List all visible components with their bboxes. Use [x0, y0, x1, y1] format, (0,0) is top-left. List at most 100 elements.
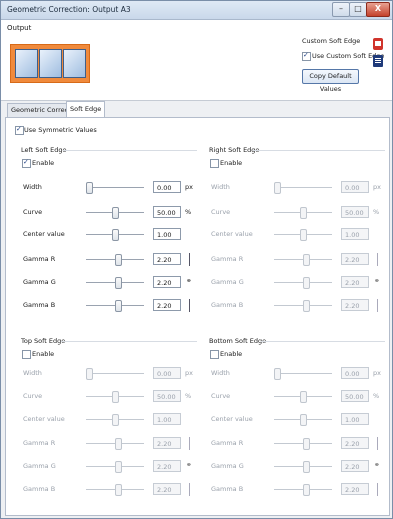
bottom-group-divider	[261, 341, 385, 342]
bottom-width-slider-track[interactable]	[274, 373, 332, 374]
right-gamma-g-slider-thumb[interactable]	[303, 277, 310, 289]
bottom-width-slider-thumb[interactable]	[274, 368, 281, 380]
top-curve-input[interactable]: 50.00	[153, 390, 181, 402]
red-display-icon[interactable]	[373, 38, 383, 50]
bottom-gamma-r-slider-thumb[interactable]	[303, 438, 310, 450]
right-gamma-g-input[interactable]: 2.20	[341, 276, 369, 288]
top-curve-unit: %	[185, 392, 192, 400]
bottom-gamma-g-label: Gamma G	[211, 462, 244, 470]
left-gamma-b-slider-thumb[interactable]	[115, 300, 122, 312]
top-gamma-r-label: Gamma R	[23, 439, 56, 447]
left-gamma-r-input[interactable]: 2.20	[153, 253, 181, 265]
close-button[interactable]: X	[366, 2, 390, 17]
right-gamma-r-slider-thumb[interactable]	[303, 254, 310, 266]
left-center-value-input[interactable]: 1.00	[153, 228, 181, 240]
right-curve-label: Curve	[211, 208, 231, 216]
left-gamma-g-label: Gamma G	[23, 278, 56, 286]
left-center-value-slider-thumb[interactable]	[112, 229, 119, 241]
left-curve-slider-thumb[interactable]	[112, 207, 119, 219]
right-gamma-link-chain-icon[interactable]: ⚭	[374, 278, 380, 285]
title-bar[interactable]: Geometric Correction: Output A3 – □ X	[1, 1, 392, 20]
left-enable-label: Enable	[32, 159, 55, 167]
left-gamma-link-bottom	[189, 299, 190, 312]
top-gamma-b-input[interactable]: 2.20	[153, 483, 181, 495]
top-gamma-r-input[interactable]: 2.20	[153, 437, 181, 449]
right-curve-slider-thumb[interactable]	[300, 207, 307, 219]
bottom-curve-input[interactable]: 50.00	[341, 390, 369, 402]
left-gamma-r-slider-thumb[interactable]	[115, 254, 122, 266]
right-gamma-r-input[interactable]: 2.20	[341, 253, 369, 265]
bottom-gamma-g-input[interactable]: 2.20	[341, 460, 369, 472]
use-custom-soft-edge-checkbox[interactable]	[302, 51, 311, 61]
left-gamma-b-input[interactable]: 2.20	[153, 299, 181, 311]
top-gamma-b-slider-thumb[interactable]	[115, 484, 122, 496]
bottom-gamma-link-top	[377, 437, 378, 450]
bottom-curve-label: Curve	[211, 392, 231, 400]
top-curve-slider-thumb[interactable]	[112, 391, 119, 403]
right-enable-checkbox[interactable]	[210, 159, 219, 168]
left-gamma-g-slider-thumb[interactable]	[115, 277, 122, 289]
maximize-icon: □	[354, 4, 362, 13]
bottom-gamma-link-chain-icon[interactable]: ⚭	[374, 462, 380, 469]
left-width-input[interactable]: 0.00	[153, 181, 181, 193]
close-icon: X	[374, 4, 382, 13]
bottom-gamma-r-label: Gamma R	[211, 439, 244, 447]
list-document-icon[interactable]	[373, 55, 383, 67]
bottom-gamma-b-slider-thumb[interactable]	[303, 484, 310, 496]
use-symmetric-values-checkbox[interactable]	[15, 125, 24, 135]
use-symmetric-values-label: Use Symmetric Values	[24, 126, 97, 134]
right-width-slider-track[interactable]	[274, 187, 332, 188]
top-width-slider-track[interactable]	[86, 373, 144, 374]
right-width-input[interactable]: 0.00	[341, 181, 369, 193]
bottom-width-input[interactable]: 0.00	[341, 367, 369, 379]
output-selector[interactable]	[10, 44, 90, 83]
tab-strip: Geometric Correction Soft Edge	[1, 101, 392, 118]
left-gamma-r-label: Gamma R	[23, 255, 56, 263]
bottom-enable-checkbox[interactable]	[210, 350, 219, 359]
bottom-gamma-b-input[interactable]: 2.20	[341, 483, 369, 495]
left-gamma-g-input[interactable]: 2.20	[153, 276, 181, 288]
custom-soft-edge-label: Custom Soft Edge	[302, 37, 361, 45]
left-width-slider-track[interactable]	[86, 187, 144, 188]
top-width-slider-thumb[interactable]	[86, 368, 93, 380]
output-screen-2[interactable]	[39, 49, 62, 78]
top-width-input[interactable]: 0.00	[153, 367, 181, 379]
top-gamma-link-chain-icon[interactable]: ⚭	[186, 462, 192, 469]
minimize-icon: –	[339, 4, 343, 13]
right-gamma-b-slider-thumb[interactable]	[303, 300, 310, 312]
minimize-button[interactable]: –	[332, 2, 350, 17]
top-enable-checkbox[interactable]	[22, 350, 31, 359]
bottom-gamma-g-slider-thumb[interactable]	[303, 461, 310, 473]
top-gamma-r-slider-thumb[interactable]	[115, 438, 122, 450]
output-screen-3[interactable]	[63, 49, 86, 78]
right-center-value-slider-thumb[interactable]	[300, 229, 307, 241]
output-screen-1[interactable]	[15, 49, 38, 78]
bottom-center-value-input[interactable]: 1.00	[341, 413, 369, 425]
maximize-button[interactable]: □	[349, 2, 367, 17]
top-center-value-input[interactable]: 1.00	[153, 413, 181, 425]
right-curve-input[interactable]: 50.00	[341, 206, 369, 218]
top-center-value-slider-thumb[interactable]	[112, 414, 119, 426]
top-enable-label: Enable	[32, 350, 55, 358]
tab-soft-edge[interactable]: Soft Edge	[66, 101, 106, 118]
window-title: Geometric Correction: Output A3	[7, 5, 131, 14]
right-width-slider-thumb[interactable]	[274, 182, 281, 194]
top-gamma-g-input[interactable]: 2.20	[153, 460, 181, 472]
top-gamma-g-slider-thumb[interactable]	[115, 461, 122, 473]
right-center-value-input[interactable]: 1.00	[341, 228, 369, 240]
bottom-curve-slider-thumb[interactable]	[300, 391, 307, 403]
bottom-width-label: Width	[211, 369, 230, 377]
left-enable-checkbox[interactable]	[22, 158, 31, 168]
left-gamma-link-chain-icon[interactable]: ⚭	[186, 278, 192, 285]
left-curve-input[interactable]: 50.00	[153, 206, 181, 218]
left-width-slider-thumb[interactable]	[86, 182, 93, 194]
right-gamma-b-input[interactable]: 2.20	[341, 299, 369, 311]
soft-edge-panel: Use Symmetric Values Left Soft Edge Enabl…	[5, 117, 390, 516]
right-group-divider	[253, 150, 385, 151]
copy-default-values-button[interactable]: Copy Default Values	[302, 69, 359, 93]
bottom-center-value-slider-thumb[interactable]	[300, 414, 307, 426]
top-group-divider	[61, 341, 197, 342]
right-center-value-label: Center value	[211, 230, 253, 238]
bottom-gamma-r-input[interactable]: 2.20	[341, 437, 369, 449]
left-curve-unit: %	[185, 208, 192, 216]
